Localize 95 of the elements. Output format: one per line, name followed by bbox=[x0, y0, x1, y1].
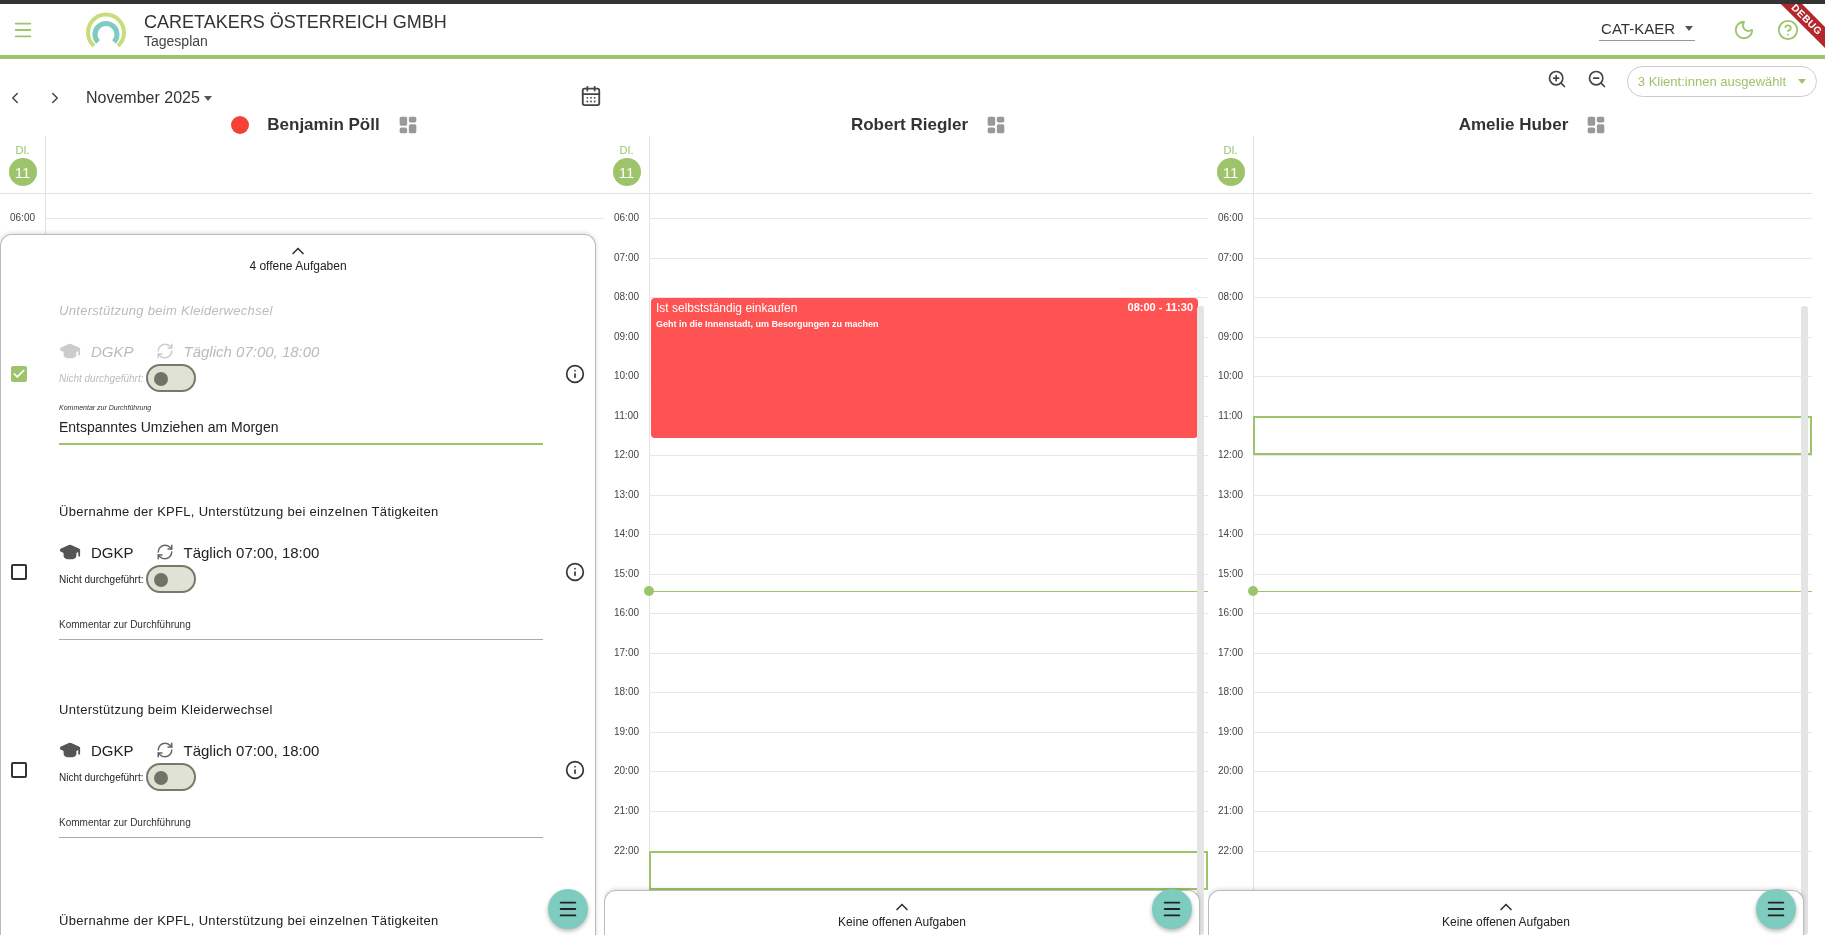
site-select[interactable]: CAT-KAER bbox=[1599, 18, 1695, 41]
qualification-label: DGKP bbox=[91, 741, 134, 759]
weekday-label: DI. bbox=[15, 144, 30, 156]
qualification-label: DGKP bbox=[91, 342, 134, 360]
day-number[interactable]: 11 bbox=[8, 158, 37, 186]
hour-label: 21:00 bbox=[1217, 804, 1244, 817]
toggle-label: Nicht durchgeführt: bbox=[59, 771, 144, 783]
hour-label: 09:00 bbox=[1217, 330, 1244, 343]
caret-icon bbox=[203, 95, 212, 101]
hour-label: 13:00 bbox=[613, 488, 640, 501]
hour-label: 08:00 bbox=[1217, 291, 1244, 304]
hour-label: 14:00 bbox=[613, 528, 640, 541]
dashboard-icon[interactable] bbox=[986, 114, 1007, 135]
hour-label: 19:00 bbox=[1217, 725, 1244, 738]
hour-label: 10:00 bbox=[613, 370, 640, 383]
zoom-in-icon[interactable] bbox=[1546, 69, 1567, 89]
weekday-label: DI. bbox=[619, 144, 634, 156]
hour-label: 09:00 bbox=[613, 330, 640, 343]
schedule-label: Täglich 07:00, 18:00 bbox=[183, 543, 320, 561]
checkbox[interactable] bbox=[11, 762, 27, 778]
client-name: Benjamin Pöll bbox=[267, 114, 380, 135]
toggle-label: Nicht durchgeführt: bbox=[59, 573, 144, 585]
check-icon bbox=[12, 367, 26, 381]
dashboard-icon[interactable] bbox=[1586, 114, 1607, 135]
hour-label: 19:00 bbox=[613, 725, 640, 738]
hour-label: 18:00 bbox=[613, 686, 640, 699]
event-title: Ist selbstständig einkaufen bbox=[656, 301, 798, 315]
toggle-switch[interactable] bbox=[145, 565, 196, 593]
hour-label: 12:00 bbox=[1217, 449, 1244, 462]
hour-label: 21:00 bbox=[613, 804, 640, 817]
task-summary: Keine offenen Aufgaben bbox=[1442, 915, 1570, 929]
hour-label: 07:00 bbox=[1217, 251, 1244, 264]
hour-label: 17:00 bbox=[1217, 646, 1244, 659]
hour-label: 06:00 bbox=[613, 212, 640, 224]
hour-label: 14:00 bbox=[1217, 528, 1244, 541]
repeat-icon bbox=[155, 543, 174, 561]
hour-label: 20:00 bbox=[613, 765, 640, 778]
info-icon[interactable] bbox=[565, 562, 585, 582]
hour-label: 22:00 bbox=[1217, 844, 1244, 857]
repeat-icon bbox=[155, 342, 174, 360]
checkbox[interactable] bbox=[11, 366, 27, 382]
client-name: Amelie Huber bbox=[1458, 114, 1569, 135]
zoom-out-icon[interactable] bbox=[1586, 69, 1607, 89]
hour-label: 16:00 bbox=[1217, 607, 1244, 620]
info-icon[interactable] bbox=[565, 760, 585, 780]
company-name: CARETAKERS ÖSTERREICH GMBH bbox=[144, 10, 447, 33]
hour-label: 17:00 bbox=[613, 646, 640, 659]
scrollbar[interactable] bbox=[1801, 306, 1808, 935]
hour-label: 20:00 bbox=[1217, 765, 1244, 778]
toggle-label: Nicht durchgeführt: bbox=[59, 372, 144, 384]
schedule-label: Täglich 07:00, 18:00 bbox=[183, 741, 320, 759]
schedule-label: Täglich 07:00, 18:00 bbox=[183, 342, 320, 360]
hour-label: 16:00 bbox=[613, 607, 640, 620]
task-summary: Keine offenen Aufgaben bbox=[838, 915, 966, 929]
checkbox[interactable] bbox=[11, 564, 27, 580]
day-number[interactable]: 11 bbox=[1216, 158, 1245, 186]
task-summary: 4 offene Aufgaben bbox=[249, 259, 347, 273]
client-name: Robert Riegler bbox=[850, 114, 969, 135]
weekday-label: DI. bbox=[1223, 144, 1238, 156]
task-title: Übernahme der KPFL, Unterstützung bei einzelnen Tätigkeiten bbox=[59, 913, 440, 928]
comment-field[interactable]: Kommentar zur Durchführung bbox=[59, 615, 543, 640]
hour-label: 18:00 bbox=[1217, 686, 1244, 699]
day-number[interactable]: 11 bbox=[612, 158, 641, 186]
caret-icon bbox=[1685, 26, 1693, 31]
hour-label: 11:00 bbox=[1217, 409, 1244, 422]
hour-label: 07:00 bbox=[613, 251, 640, 264]
caret-icon bbox=[1798, 79, 1806, 84]
calendar-event[interactable]: Ist selbstständig einkaufen 08:00 - 11:30 Geht in die Innenstadt, um Besorgungen zu machen bbox=[651, 298, 1198, 438]
info-icon[interactable] bbox=[565, 364, 585, 384]
toggle-switch[interactable] bbox=[145, 763, 196, 791]
toggle-switch[interactable] bbox=[145, 364, 196, 392]
hour-label: 15:00 bbox=[1217, 567, 1244, 580]
comment-field[interactable]: Kommentar zur Durchführung bbox=[59, 813, 543, 838]
hour-label: 11:00 bbox=[613, 409, 640, 422]
event-time: 08:00 - 11:30 bbox=[1127, 301, 1193, 315]
dashboard-icon[interactable] bbox=[397, 114, 418, 135]
calendar-icon[interactable] bbox=[580, 85, 602, 107]
hour-label: 10:00 bbox=[1217, 370, 1244, 383]
scrollbar[interactable] bbox=[1197, 306, 1204, 935]
hour-label: 12:00 bbox=[613, 449, 640, 462]
hour-label: 22:00 bbox=[613, 844, 640, 857]
comment-field[interactable]: Entspanntes Umziehen am Morgen bbox=[59, 419, 543, 445]
event-description: Geht in die Innenstadt, um Besorgungen zu machen bbox=[656, 319, 880, 329]
task-title: Unterstützung beim Kleiderwechsel bbox=[59, 303, 274, 318]
hour-label: 06:00 bbox=[1217, 212, 1244, 224]
task-title: Übernahme der KPFL, Unterstützung bei einzelnen Tätigkeiten bbox=[59, 504, 440, 519]
qualification-label: DGKP bbox=[91, 543, 134, 561]
page-title: Tagesplan bbox=[144, 32, 209, 49]
repeat-icon bbox=[155, 741, 174, 759]
hour-label: 15:00 bbox=[613, 567, 640, 580]
hour-label: 08:00 bbox=[613, 291, 640, 304]
month-select[interactable]: November 2025 bbox=[86, 89, 212, 107]
hour-label: 13:00 bbox=[1217, 488, 1244, 501]
hour-label: 06:00 bbox=[9, 212, 36, 224]
task-title: Unterstützung beim Kleiderwechsel bbox=[59, 702, 274, 717]
